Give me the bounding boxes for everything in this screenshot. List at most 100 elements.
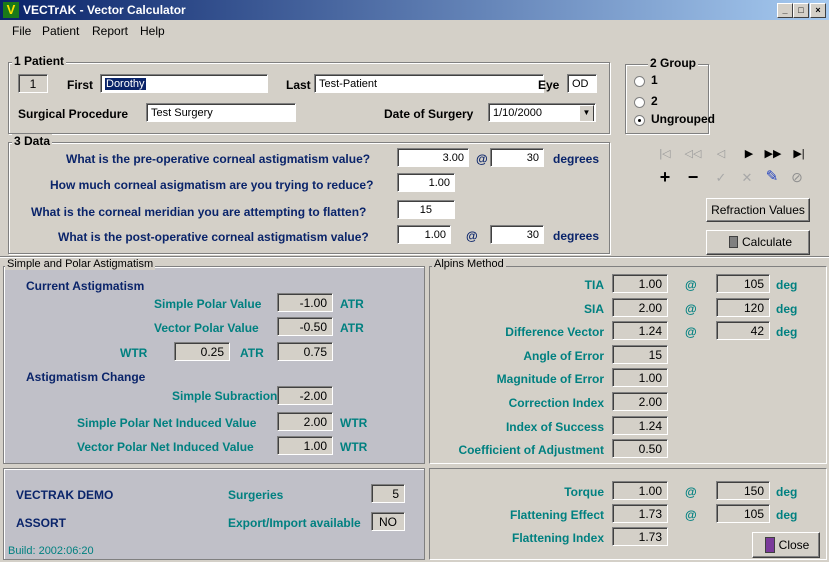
torque-unit: deg	[776, 485, 798, 499]
menu-file[interactable]: File	[12, 24, 31, 38]
vector-polar-value: -0.50	[277, 317, 333, 336]
coefficient-of-adjustment-label: Coefficient of Adjustment	[458, 443, 604, 458]
flattening-effect-unit: deg	[776, 508, 798, 522]
close-button[interactable]: Close	[752, 532, 820, 558]
cancel-edit-icon[interactable]: ✕	[738, 171, 756, 185]
refraction-values-button[interactable]: Refraction Values	[706, 198, 810, 222]
minimize-button[interactable]: _	[777, 3, 793, 18]
chevron-down-icon[interactable]: ▼	[579, 105, 594, 121]
flattening-effect-at: @	[685, 508, 697, 522]
group-radio-1[interactable]	[634, 76, 645, 87]
correction-index-value: 2.00	[612, 392, 668, 411]
close-window-button[interactable]: ×	[810, 3, 826, 18]
question-preop: What is the pre-operative corneal astigm…	[66, 152, 371, 166]
rewind-icon[interactable]: ◁◁	[684, 147, 702, 161]
index-of-success-value: 1.24	[612, 415, 668, 435]
vector-net-induced-unit: WTR	[340, 440, 368, 454]
patient-number: 1	[18, 74, 48, 93]
meridian-input[interactable]: 15	[397, 200, 455, 219]
edit-record-icon[interactable]: ✎	[763, 169, 781, 184]
simple-polar-unit: ATR	[340, 297, 364, 311]
simple-polar-panel	[3, 266, 425, 464]
first-record-icon[interactable]: |◁	[656, 147, 674, 161]
index-of-success-label: Index of Success	[505, 419, 604, 434]
calculate-label: Calculate	[741, 235, 793, 249]
flattening-index-value: 1.73	[612, 527, 668, 546]
flattening-effect-label: Flattening Effect	[509, 508, 604, 522]
tia-label: TIA	[584, 278, 604, 292]
atr-value: 0.75	[277, 342, 333, 361]
simple-subtraction-label: Simple Subraction	[172, 389, 278, 403]
simple-polar-value: -1.00	[277, 293, 333, 312]
delete-record-icon[interactable]: −	[684, 168, 702, 186]
angle-of-error-label: Angle of Error	[523, 348, 604, 363]
vector-polar-unit: ATR	[340, 321, 364, 335]
difference-vector-axis: 42	[716, 321, 770, 341]
group-radio-2[interactable]	[634, 97, 645, 108]
tia-value: 1.00	[612, 274, 668, 293]
sia-unit: deg	[776, 301, 798, 316]
sia-label: SIA	[583, 301, 604, 316]
preop-axis-input[interactable]: 30	[490, 148, 544, 167]
next-record-icon[interactable]: ▶	[740, 147, 758, 161]
fast-forward-icon[interactable]: ▶▶	[764, 147, 782, 161]
menu-patient[interactable]: Patient	[42, 24, 79, 38]
tia-axis: 105	[716, 274, 770, 293]
last-name-field[interactable]: Test-Patient	[314, 74, 544, 93]
procedure-label: Surgical Procedure	[18, 107, 129, 121]
simple-net-induced-label: Simple Polar Net Induced Value	[77, 416, 257, 430]
flattening-index-label: Flattening Index	[511, 531, 604, 545]
patient-group	[8, 62, 610, 134]
simple-subtraction-value: -2.00	[277, 386, 333, 405]
vector-net-induced-label: Vector Polar Net Induced Value	[77, 440, 254, 454]
preop-value-input[interactable]: 3.00	[397, 148, 469, 167]
flattening-effect-axis: 105	[716, 504, 770, 523]
last-record-icon[interactable]: ▶|	[790, 147, 808, 161]
magnitude-of-error-label: Magnitude of Error	[496, 372, 604, 387]
vector-net-induced-value: 1.00	[277, 436, 333, 455]
preop-degrees-label: degrees	[553, 152, 600, 166]
close-button-label: Close	[778, 538, 810, 552]
postop-value-input[interactable]: 1.00	[397, 225, 451, 244]
sia-axis: 120	[716, 297, 770, 317]
current-astigmatism-heading: Current Astigmatism	[26, 279, 145, 293]
calculate-button[interactable]: Calculate	[706, 230, 810, 255]
sia-at: @	[685, 301, 697, 316]
wtr-value: 0.25	[174, 342, 230, 361]
postop-axis-input[interactable]: 30	[490, 225, 544, 244]
data-group-label: 3 Data	[12, 134, 53, 148]
vector-polar-label: Vector Polar Value	[154, 321, 259, 335]
patient-group-label: 1 Patient	[12, 54, 67, 68]
post-edit-icon[interactable]: ✓	[712, 171, 730, 185]
tia-unit: deg	[776, 278, 798, 292]
torque-value: 1.00	[612, 481, 668, 500]
group-radio-ungrouped[interactable]	[634, 115, 645, 126]
surgeries-value: 5	[371, 484, 405, 503]
group-option-1: 1	[651, 73, 658, 87]
group-option-ungrouped: Ungrouped	[651, 112, 715, 126]
reduce-value-input[interactable]: 1.00	[397, 173, 455, 192]
menu-report[interactable]: Report	[92, 24, 128, 38]
maximize-button[interactable]: □	[793, 3, 809, 18]
eye-field[interactable]: OD	[567, 74, 597, 93]
add-record-icon[interactable]: +	[656, 168, 674, 186]
menu-help[interactable]: Help	[140, 24, 165, 38]
simple-net-induced-unit: WTR	[340, 416, 368, 430]
postop-degrees-label: degrees	[553, 229, 600, 243]
procedure-field[interactable]: Test Surgery	[146, 103, 296, 122]
assort-label: ASSORT	[16, 516, 67, 530]
date-select[interactable]: 1/10/2000 ▼	[488, 103, 596, 122]
correction-index-label: Correction Index	[508, 396, 604, 410]
difference-vector-at: @	[685, 325, 697, 340]
postop-at-label: @	[466, 229, 478, 243]
menu-bar: File Patient Report Help	[0, 21, 829, 40]
calculator-icon	[729, 236, 738, 248]
wtr-label: WTR	[120, 346, 148, 360]
difference-vector-label: Difference Vector	[505, 325, 604, 340]
door-icon	[765, 537, 775, 553]
first-name-field[interactable]: Dorothy	[100, 74, 268, 93]
tia-at: @	[685, 278, 697, 292]
group-option-2: 2	[651, 94, 658, 108]
refresh-icon[interactable]: ⊘	[788, 170, 806, 184]
previous-record-icon[interactable]: ◁	[712, 147, 730, 161]
